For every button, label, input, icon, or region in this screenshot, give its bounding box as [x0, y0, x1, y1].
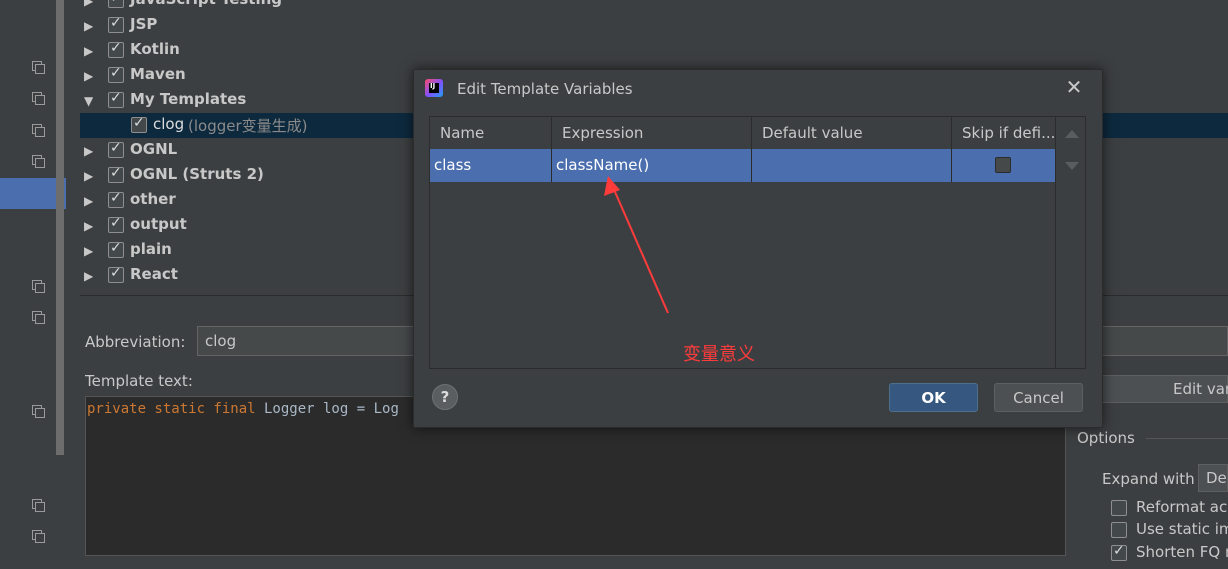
cell-name[interactable]: class — [430, 149, 552, 182]
enable-checkbox[interactable] — [131, 115, 147, 133]
enable-checkbox[interactable] — [108, 90, 124, 108]
enable-checkbox[interactable] — [108, 140, 124, 158]
expand-arrow-icon[interactable]: ▶ — [84, 0, 93, 8]
copy-icon[interactable] — [32, 530, 45, 543]
tree-item-description: (logger变量生成) — [188, 117, 308, 135]
enable-checkbox[interactable] — [108, 265, 124, 283]
tree-item-label: React — [130, 265, 178, 283]
use-static-import-checkbox[interactable] — [1111, 522, 1127, 538]
code-rest: Logger log = Log — [255, 401, 399, 417]
copy-icon[interactable] — [32, 280, 45, 293]
move-up-icon[interactable] — [1065, 130, 1079, 138]
shorten-fq-label: Shorten FQ n — [1136, 543, 1228, 561]
variables-table: Name Expression Default value Skip if de… — [429, 116, 1086, 369]
expand-with-select[interactable]: De — [1198, 464, 1228, 492]
copy-icon[interactable] — [32, 499, 45, 512]
annotation-text: 变量意义 — [683, 344, 755, 365]
template-group[interactable]: ▶ JSP — [80, 13, 1228, 38]
close-icon[interactable]: ✕ — [1063, 76, 1085, 98]
template-group[interactable]: ▶ JavaScript Testing — [80, 0, 1228, 13]
abbreviation-label: Abbreviation: — [85, 333, 186, 351]
enable-checkbox[interactable] — [108, 215, 124, 233]
copy-icon[interactable] — [32, 61, 45, 74]
enable-checkbox[interactable] — [108, 15, 124, 33]
expand-arrow-icon[interactable]: ▶ — [84, 69, 93, 83]
copy-icon[interactable] — [32, 92, 45, 105]
tree-item-label: JSP — [130, 15, 158, 33]
edit-variables-button[interactable]: Edit vari — [1100, 375, 1228, 403]
tree-item-label: Maven — [130, 65, 186, 83]
reformat-checkbox[interactable] — [1111, 500, 1127, 516]
tree-item-label: plain — [130, 240, 172, 258]
copy-icon[interactable] — [32, 405, 45, 418]
enable-checkbox[interactable] — [108, 190, 124, 208]
enable-checkbox[interactable] — [108, 65, 124, 83]
dialog-title: Edit Template Variables — [457, 80, 633, 98]
expand-arrow-icon[interactable]: ▶ — [84, 19, 93, 33]
expand-arrow-icon[interactable]: ▶ — [84, 44, 93, 58]
options-title: Options — [1077, 429, 1135, 447]
cell-skip[interactable] — [952, 149, 1055, 182]
tree-item-label: OGNL (Struts 2) — [130, 165, 264, 183]
use-static-import-option[interactable]: Use static im — [1111, 520, 1228, 540]
column-header-skip[interactable]: Skip if defi... — [952, 117, 1055, 149]
expand-arrow-icon[interactable]: ▶ — [84, 219, 93, 233]
expand-arrow-icon[interactable]: ▶ — [84, 244, 93, 258]
scrollbar[interactable] — [56, 0, 64, 455]
tree-item-label: My Templates — [130, 90, 247, 108]
reformat-option[interactable]: Reformat acc — [1111, 498, 1228, 518]
tree-item-label: Kotlin — [130, 40, 180, 58]
enable-checkbox[interactable] — [108, 0, 124, 8]
shorten-fq-option[interactable]: Shorten FQ n — [1111, 543, 1228, 563]
template-group[interactable]: ▶ Kotlin — [80, 38, 1228, 63]
enable-checkbox[interactable] — [108, 165, 124, 183]
expand-arrow-icon[interactable]: ▶ — [84, 169, 93, 183]
ok-button[interactable]: OK — [889, 383, 978, 412]
edit-template-variables-dialog: IJ Edit Template Variables ✕ Name Expres… — [413, 69, 1103, 428]
tree-item-label: output — [130, 215, 187, 233]
collapse-arrow-icon[interactable]: ▼ — [84, 94, 93, 108]
copy-icon[interactable] — [32, 311, 45, 324]
table-header: Name Expression Default value Skip if de… — [430, 117, 1055, 150]
skip-checkbox[interactable] — [995, 157, 1011, 173]
left-gutter — [0, 0, 66, 569]
expand-with-value: De — [1206, 469, 1227, 487]
table-move-controls — [1055, 117, 1087, 368]
tree-item-label: JavaScript Testing — [130, 0, 282, 8]
expand-with-label: Expand with — [1102, 470, 1195, 488]
column-header-default-value[interactable]: Default value — [752, 117, 952, 149]
code-keywords: private static final — [87, 401, 256, 417]
options-divider — [1146, 438, 1228, 439]
column-header-expression[interactable]: Expression — [552, 117, 752, 149]
cell-default-value[interactable] — [752, 149, 952, 182]
copy-icon[interactable] — [32, 124, 45, 137]
cancel-button[interactable]: Cancel — [994, 383, 1083, 412]
tree-item-label: other — [130, 190, 176, 208]
abbreviation-value: clog — [205, 332, 237, 350]
table-row[interactable]: class className() — [430, 149, 1055, 182]
expand-arrow-icon[interactable]: ▶ — [84, 194, 93, 208]
intellij-logo-icon: IJ — [425, 79, 443, 97]
shorten-fq-checkbox[interactable] — [1111, 543, 1127, 561]
help-button[interactable]: ? — [432, 384, 458, 410]
move-down-icon[interactable] — [1065, 162, 1079, 170]
expand-arrow-icon[interactable]: ▶ — [84, 269, 93, 283]
tree-item-label: OGNL — [130, 140, 178, 158]
edit-variables-label: Edit vari — [1173, 380, 1228, 398]
tree-item-label: clog — [153, 115, 185, 133]
reformat-label: Reformat acc — [1136, 498, 1228, 516]
template-text-label: Template text: — [85, 372, 193, 390]
enable-checkbox[interactable] — [108, 40, 124, 58]
cell-expression[interactable]: className() — [552, 149, 752, 182]
use-static-import-label: Use static im — [1136, 520, 1228, 538]
column-header-name[interactable]: Name — [430, 117, 552, 149]
enable-checkbox[interactable] — [108, 240, 124, 258]
copy-icon[interactable] — [32, 155, 45, 168]
expand-arrow-icon[interactable]: ▶ — [84, 144, 93, 158]
